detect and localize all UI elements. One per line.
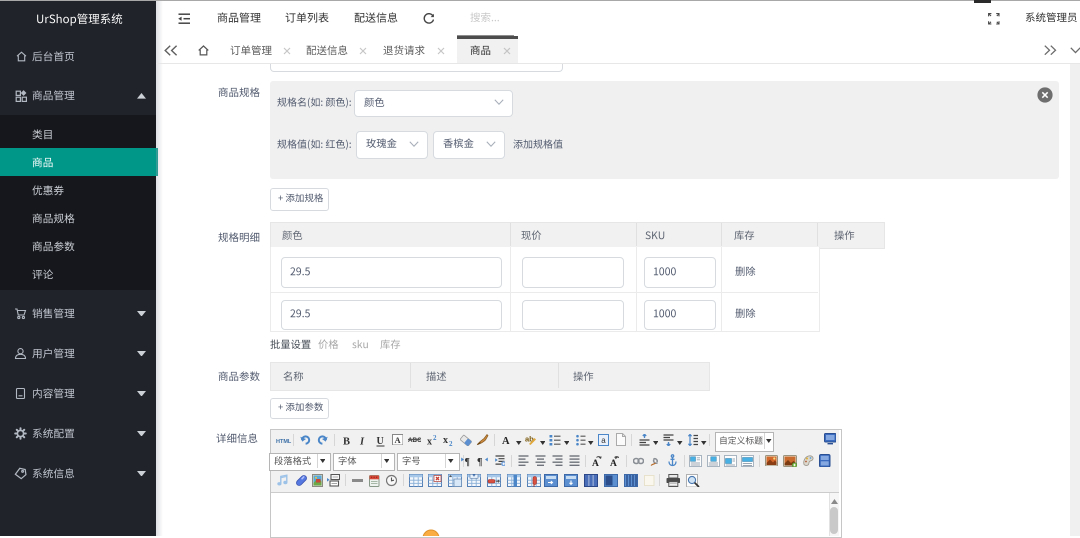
svg-text:U: U <box>376 436 383 447</box>
svg-text:B: B <box>343 436 350 446</box>
svg-text:A: A <box>502 436 510 446</box>
svg-text:A: A <box>592 459 599 467</box>
svg-text:A: A <box>610 459 617 467</box>
svg-text:¶: ¶ <box>477 457 482 467</box>
svg-text:HTML: HTML <box>276 439 292 445</box>
svg-text:I: I <box>359 436 365 446</box>
svg-text:x: x <box>427 436 432 446</box>
svg-text:a: a <box>601 436 606 445</box>
svg-text:2: 2 <box>433 434 437 442</box>
svg-text:2: 2 <box>449 440 453 446</box>
svg-text:x: x <box>443 435 448 446</box>
svg-text:A: A <box>394 435 401 445</box>
svg-text:¶: ¶ <box>464 457 469 467</box>
svg-text:ABC: ABC <box>408 437 421 444</box>
